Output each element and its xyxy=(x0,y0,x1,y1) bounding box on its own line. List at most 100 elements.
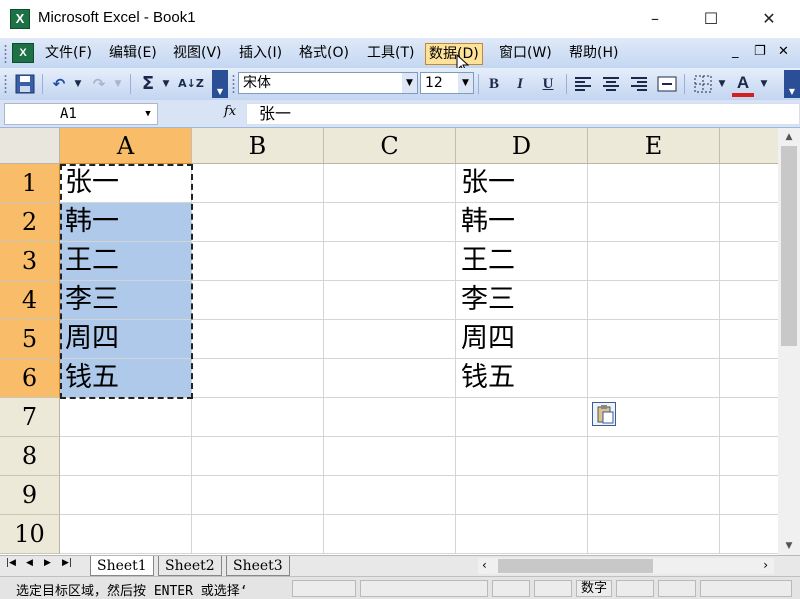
row-header[interactable]: 5 xyxy=(0,320,60,359)
menu-format[interactable]: 格式(O) xyxy=(296,43,352,65)
name-box[interactable]: A1 ▼ xyxy=(4,103,158,125)
cell[interactable] xyxy=(324,320,456,359)
cell[interactable]: 韩一 xyxy=(60,203,192,242)
chevron-down-icon[interactable]: ▼ xyxy=(458,73,473,93)
toolbar-grip-2[interactable] xyxy=(232,74,235,94)
cell[interactable] xyxy=(60,476,192,515)
cell[interactable] xyxy=(192,164,324,203)
cell[interactable] xyxy=(324,242,456,281)
cell[interactable] xyxy=(720,437,778,476)
cell[interactable] xyxy=(720,281,778,320)
merge-center-icon[interactable] xyxy=(656,73,678,95)
chevron-down-icon[interactable]: ▼ xyxy=(402,73,417,93)
row-header[interactable]: 7 xyxy=(0,398,60,437)
sheet-tab-2[interactable]: Sheet2 xyxy=(158,556,222,576)
cell[interactable] xyxy=(720,242,778,281)
row-header[interactable]: 8 xyxy=(0,437,60,476)
cell[interactable] xyxy=(192,320,324,359)
sheet-tab-3[interactable]: Sheet3 xyxy=(226,556,290,576)
cell[interactable] xyxy=(720,398,778,437)
cell[interactable] xyxy=(588,359,720,398)
sort-ascending-icon[interactable]: A↓Z xyxy=(178,73,204,95)
cell[interactable] xyxy=(192,242,324,281)
cell[interactable] xyxy=(720,515,778,554)
doc-close-button[interactable]: ✕ xyxy=(778,44,789,59)
row-header[interactable]: 9 xyxy=(0,476,60,515)
chevron-down-icon[interactable]: ▼ xyxy=(141,104,155,124)
cell[interactable] xyxy=(192,437,324,476)
cell[interactable] xyxy=(192,281,324,320)
toolbar-grip[interactable] xyxy=(4,74,7,94)
column-header[interactable]: A xyxy=(60,128,192,164)
cell[interactable] xyxy=(720,164,778,203)
menubar-grip[interactable] xyxy=(4,44,7,64)
cell[interactable] xyxy=(588,164,720,203)
cell[interactable] xyxy=(60,398,192,437)
menu-view[interactable]: 视图(V) xyxy=(170,43,225,65)
cell[interactable] xyxy=(324,164,456,203)
cell[interactable] xyxy=(192,359,324,398)
cell[interactable]: 张一 xyxy=(60,164,192,203)
cell[interactable] xyxy=(324,515,456,554)
toolbar-options-icon[interactable]: ▼ xyxy=(784,70,800,98)
autosum-icon[interactable]: Σ xyxy=(138,73,158,95)
cell[interactable]: 韩一 xyxy=(456,203,588,242)
italic-button[interactable]: I xyxy=(510,73,530,95)
row-header[interactable]: 4 xyxy=(0,281,60,320)
menu-insert[interactable]: 插入(I) xyxy=(236,43,285,65)
autosum-dropdown-icon[interactable]: ▼ xyxy=(160,73,172,95)
worksheet-grid[interactable]: ABCDE 1 2 3 4 5 6 7 8 9 10 张一 张一 韩一 韩一 王二 王二 李三 李三 周四 周四 钱五… xyxy=(0,128,778,555)
cell[interactable] xyxy=(588,320,720,359)
cell[interactable]: 张一 xyxy=(456,164,588,203)
menu-file[interactable]: 文件(F) xyxy=(42,43,95,65)
cell[interactable] xyxy=(60,515,192,554)
cell[interactable] xyxy=(456,437,588,476)
horizontal-scrollbar[interactable]: ‹ › xyxy=(478,558,774,574)
vertical-scrollbar[interactable]: ▲ ▼ xyxy=(778,128,800,555)
row-header[interactable]: 1 xyxy=(0,164,60,203)
underline-button[interactable]: U xyxy=(538,73,558,95)
borders-icon[interactable] xyxy=(692,73,714,95)
next-sheet-icon[interactable]: ▶ xyxy=(44,558,51,568)
cell[interactable] xyxy=(720,476,778,515)
font-size-select[interactable]: 12 ▼ xyxy=(420,72,474,94)
excel-app-icon[interactable]: X xyxy=(10,9,30,29)
menu-edit[interactable]: 编辑(E) xyxy=(106,43,160,65)
save-icon[interactable] xyxy=(14,73,36,95)
row-header[interactable]: 6 xyxy=(0,359,60,398)
first-sheet-icon[interactable]: |◀ xyxy=(6,558,16,568)
column-header[interactable]: D xyxy=(456,128,588,164)
scroll-up-icon[interactable]: ▲ xyxy=(778,128,800,146)
cell[interactable] xyxy=(192,515,324,554)
doc-restore-button[interactable]: ❐ xyxy=(754,44,766,59)
paste-options-icon[interactable] xyxy=(592,402,616,426)
column-header[interactable]: E xyxy=(588,128,720,164)
cell[interactable]: 王二 xyxy=(456,242,588,281)
insert-function-icon[interactable]: fx xyxy=(224,104,236,119)
cell[interactable]: 李三 xyxy=(456,281,588,320)
undo-dropdown-icon[interactable]: ▼ xyxy=(72,73,84,95)
row-header[interactable]: 3 xyxy=(0,242,60,281)
cell[interactable] xyxy=(588,242,720,281)
menu-data[interactable]: 数据(D) xyxy=(425,43,483,65)
formula-input[interactable]: 张一 xyxy=(246,103,800,125)
scroll-right-icon[interactable]: › xyxy=(763,558,768,572)
scroll-left-icon[interactable]: ‹ xyxy=(482,558,487,572)
cell[interactable] xyxy=(456,515,588,554)
cell[interactable] xyxy=(588,437,720,476)
scroll-down-icon[interactable]: ▼ xyxy=(778,537,800,555)
cell[interactable] xyxy=(588,515,720,554)
cell[interactable] xyxy=(588,281,720,320)
maximize-button[interactable]: ☐ xyxy=(688,0,734,38)
font-color-icon[interactable]: A xyxy=(732,73,754,97)
cell[interactable] xyxy=(324,203,456,242)
cell[interactable] xyxy=(324,437,456,476)
cell[interactable]: 钱五 xyxy=(456,359,588,398)
row-header[interactable]: 2 xyxy=(0,203,60,242)
cell[interactable]: 钱五 xyxy=(60,359,192,398)
font-name-select[interactable]: 宋体 ▼ xyxy=(238,72,418,94)
bold-button[interactable]: B xyxy=(484,73,504,95)
cell[interactable] xyxy=(192,203,324,242)
cell[interactable] xyxy=(324,281,456,320)
cell[interactable] xyxy=(720,203,778,242)
